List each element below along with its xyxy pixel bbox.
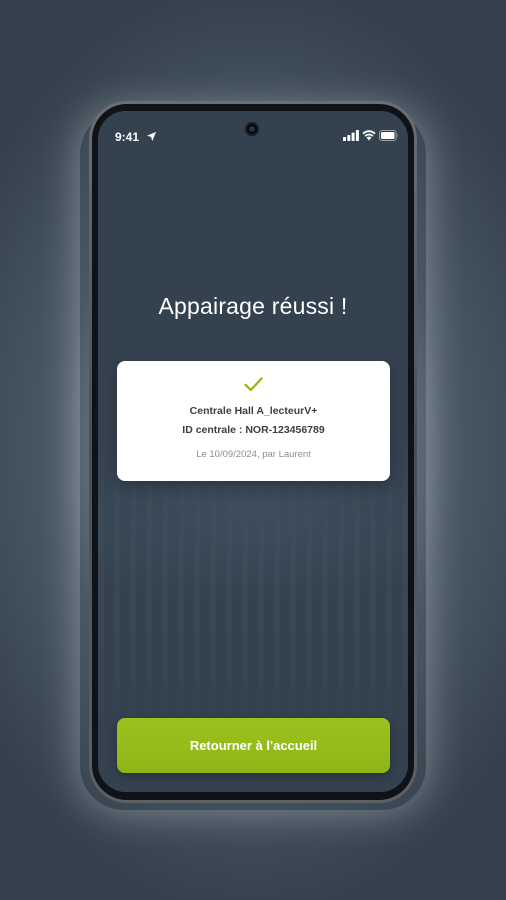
pairing-result-card: Centrale Hall A_lecteurV+ ID centrale : … xyxy=(117,361,390,481)
status-time: 9:41 xyxy=(115,130,140,144)
status-bar: 9:41 xyxy=(98,111,408,151)
phone-side-button xyxy=(415,320,418,365)
battery-icon xyxy=(379,130,398,141)
return-home-button[interactable]: Retourner à l'accueil xyxy=(117,718,390,773)
page-title: Appairage réussi ! xyxy=(158,293,348,319)
pairing-date: Le 10/09/2024, par Laurent xyxy=(196,449,311,460)
device-name: Centrale Hall A_lecteurV+ xyxy=(189,405,318,417)
wifi-icon xyxy=(362,130,376,141)
cellular-signal-icon xyxy=(343,130,359,141)
front-camera xyxy=(245,122,259,136)
checkmark-icon xyxy=(244,377,263,392)
phone-screen: 9:41 Appairage réussi ! Centrale Hall A_… xyxy=(98,111,408,792)
central-id: ID centrale : NOR-123456789 xyxy=(182,424,325,436)
location-arrow-icon xyxy=(146,131,157,142)
